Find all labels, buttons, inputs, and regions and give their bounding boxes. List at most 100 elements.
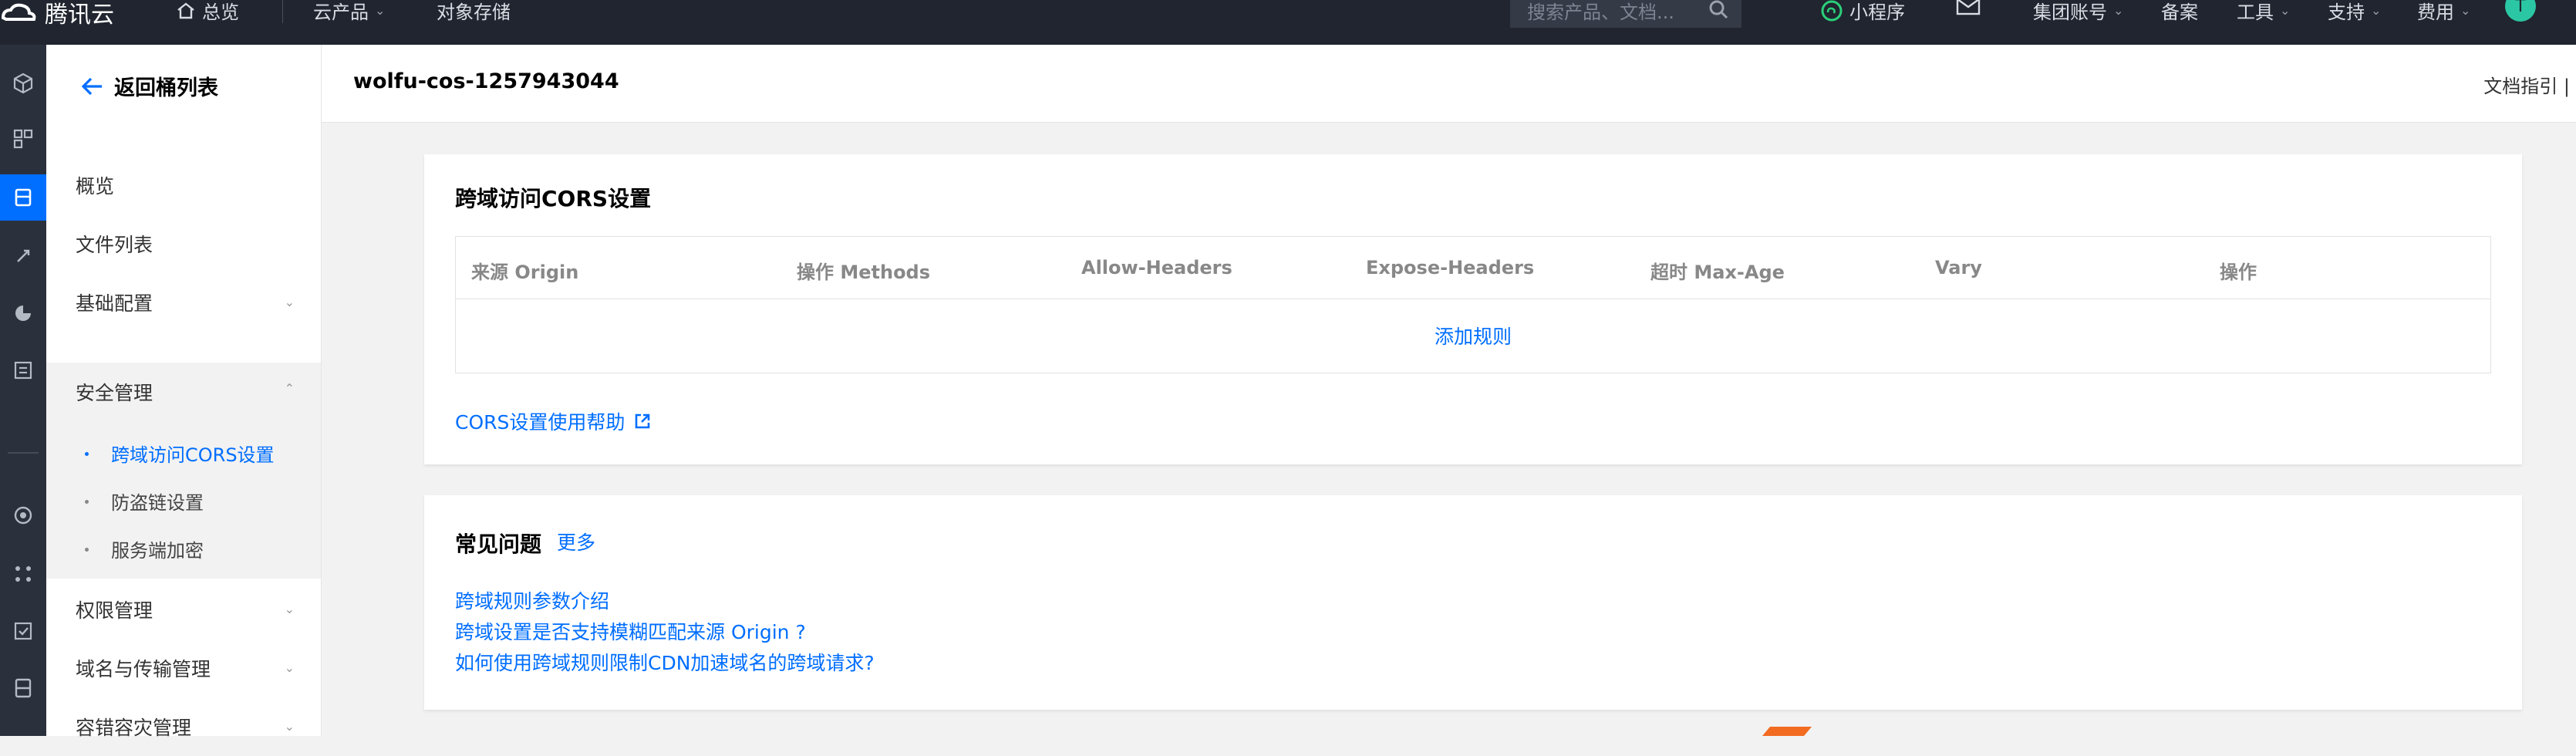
nav-group-account[interactable]: 集团账号 ⌄ xyxy=(2033,0,2123,24)
sidebar-subitem-hotlink[interactable]: 防盗链设置 xyxy=(46,477,321,525)
rail-item-bucket[interactable] xyxy=(0,174,46,221)
sidebar-item-permissions[interactable]: 权限管理 ⌄ xyxy=(46,580,321,639)
nav-tools-label: 工具 xyxy=(2237,2,2274,23)
sidebar-item-overview[interactable]: 概览 xyxy=(46,156,321,214)
tencent-cloud-logo[interactable]: 腾讯云 xyxy=(0,0,114,29)
page-header: wolfu-cos-1257943044 文档指引 | xyxy=(322,45,2576,123)
back-label: 返回桶列表 xyxy=(114,76,218,100)
nav-object-storage-label: 对象存储 xyxy=(437,2,511,23)
checklist-icon xyxy=(14,622,32,640)
cors-rules-table: 来源 Origin 操作 Methods Allow-Headers Expos… xyxy=(455,236,2491,373)
external-link-icon xyxy=(636,413,650,429)
apps-grid-icon xyxy=(15,566,31,582)
rail-item-database[interactable] xyxy=(0,665,46,711)
security-group: 安全管理 ⌃ 跨域访问CORS设置 防盗链设置 服务端加密 xyxy=(46,363,321,579)
rail-item-dashboard[interactable] xyxy=(0,116,46,162)
nav-object-storage[interactable]: 对象存储 xyxy=(437,0,511,24)
rail-item-monitor[interactable] xyxy=(0,492,46,538)
rail-divider xyxy=(8,452,39,454)
bullet-dot xyxy=(85,452,89,456)
sidebar-subitem-cors[interactable]: 跨域访问CORS设置 xyxy=(46,429,321,477)
link-icon xyxy=(17,249,30,262)
nav-support[interactable]: 支持 ⌄ xyxy=(2328,0,2381,24)
nav-billing-label: 费用 xyxy=(2417,2,2454,23)
rail-item-cube[interactable] xyxy=(0,60,46,106)
sidebar-item-label: 文件列表 xyxy=(76,234,153,256)
chevron-up-icon: ⌃ xyxy=(284,381,295,396)
chevron-down-icon: ⌄ xyxy=(284,295,295,309)
rail-item-tasks[interactable] xyxy=(0,347,46,393)
nav-products[interactable]: 云产品 ⌄ xyxy=(313,0,385,24)
rail-item-link[interactable] xyxy=(0,233,46,279)
nav-mini-program-label: 小程序 xyxy=(1849,2,1905,23)
nav-group-account-label: 集团账号 xyxy=(2033,2,2107,23)
nav-support-label: 支持 xyxy=(2328,2,2365,23)
cloud-logo-icon xyxy=(1,3,36,21)
search-placeholder: 搜索产品、文档... xyxy=(1527,1,1674,23)
sidebar-subitem-label: 防盗链设置 xyxy=(111,491,204,514)
faq-item[interactable]: 跨域设置是否支持模糊匹配来源 Origin ? xyxy=(455,617,875,648)
sidebar-item-label: 权限管理 xyxy=(76,599,153,622)
chevron-down-icon: ⌄ xyxy=(2113,3,2124,18)
sidebar-item-security[interactable]: 安全管理 ⌃ xyxy=(46,363,321,421)
arrow-left-icon xyxy=(81,77,102,95)
pie-chart-icon xyxy=(15,305,31,321)
chevron-down-icon: ⌄ xyxy=(284,719,295,734)
rail-item-statistics[interactable] xyxy=(0,290,46,336)
nav-filing-label: 备案 xyxy=(2161,2,2198,23)
rail-item-audit[interactable] xyxy=(0,608,46,654)
home-icon xyxy=(177,2,194,19)
table-header: 来源 Origin 操作 Methods Allow-Headers Expos… xyxy=(456,237,2490,299)
nav-filing[interactable]: 备案 xyxy=(2161,0,2198,24)
doc-guide-link[interactable]: 文档指引 | xyxy=(2483,71,2570,98)
sidebar-item-label: 基础配置 xyxy=(76,292,153,315)
dashboard-icon xyxy=(13,129,33,149)
sidebar-item-disaster-recovery[interactable]: 容错容灾管理 ⌄ xyxy=(46,697,321,756)
sidebar-subitem-encryption[interactable]: 服务端加密 xyxy=(46,525,321,572)
nav-billing[interactable]: 费用 ⌄ xyxy=(2417,0,2470,24)
doc-guide-label: 文档指引 xyxy=(2483,76,2558,97)
task-icon xyxy=(14,361,32,380)
mini-program-icon xyxy=(1821,0,1843,21)
add-rule-button[interactable]: 添加规则 xyxy=(456,322,2490,349)
cors-settings-card: 跨域访问CORS设置 来源 Origin 操作 Methods Allow-He… xyxy=(424,154,2522,464)
sidebar-item-basic-config[interactable]: 基础配置 ⌄ xyxy=(46,273,321,332)
floating-widget-edge[interactable] xyxy=(1762,727,1812,736)
nav-mini-program[interactable]: 小程序 xyxy=(1820,0,1905,24)
sidebar-item-label: 域名与传输管理 xyxy=(76,658,211,680)
cube-icon xyxy=(13,73,33,94)
nav-divider xyxy=(282,0,283,23)
column-header-vary: Vary xyxy=(1935,257,1982,278)
nav-products-label: 云产品 xyxy=(313,2,369,23)
mail-icon xyxy=(1956,0,1981,15)
bucket-icon xyxy=(15,188,32,207)
nav-mail[interactable] xyxy=(1956,0,1981,15)
sidebar-item-label: 概览 xyxy=(76,175,115,197)
chevron-down-icon: ⌄ xyxy=(284,602,295,616)
column-header-expose-headers: Expose-Headers xyxy=(1366,257,1535,278)
nav-overview-label: 总览 xyxy=(202,2,239,23)
top-nav-bar: 腾讯云 总览 云产品 ⌄ 对象存储 搜索产品、文档... 小程序 集团账号 ⌄ … xyxy=(0,0,2576,45)
page-title: wolfu-cos-1257943044 xyxy=(353,69,619,93)
column-header-action: 操作 xyxy=(2220,262,2257,283)
cors-help-link[interactable]: CORS设置使用帮助 xyxy=(455,407,651,435)
brand-name: 腾讯云 xyxy=(45,2,114,29)
column-header-methods: 操作 Methods xyxy=(797,262,931,283)
sidebar-subitem-label: 跨域访问CORS设置 xyxy=(111,444,275,466)
search-icon[interactable] xyxy=(1708,0,1729,20)
back-to-bucket-list[interactable]: 返回桶列表 xyxy=(80,71,218,101)
faq-item[interactable]: 如何使用跨域规则限制CDN加速域名的跨域请求? xyxy=(455,648,875,679)
product-icon-rail xyxy=(0,45,46,736)
faq-list: 跨域规则参数介绍 跨域设置是否支持模糊匹配来源 Origin ? 如何使用跨域规… xyxy=(455,586,875,679)
sidebar-item-file-list[interactable]: 文件列表 xyxy=(46,214,321,273)
chevron-down-icon: ⌄ xyxy=(375,3,386,18)
search-input[interactable]: 搜索产品、文档... xyxy=(1510,0,1741,28)
faq-item[interactable]: 跨域规则参数介绍 xyxy=(455,586,875,617)
nav-overview[interactable]: 总览 xyxy=(176,0,239,24)
nav-tools[interactable]: 工具 ⌄ xyxy=(2237,0,2290,24)
avatar[interactable]: T xyxy=(2505,0,2536,22)
chevron-down-icon: ⌄ xyxy=(2460,3,2471,18)
sidebar-item-domain-transfer[interactable]: 域名与传输管理 ⌄ xyxy=(46,639,321,697)
faq-more-link[interactable]: 更多 xyxy=(557,528,595,555)
rail-item-apps[interactable] xyxy=(0,551,46,597)
